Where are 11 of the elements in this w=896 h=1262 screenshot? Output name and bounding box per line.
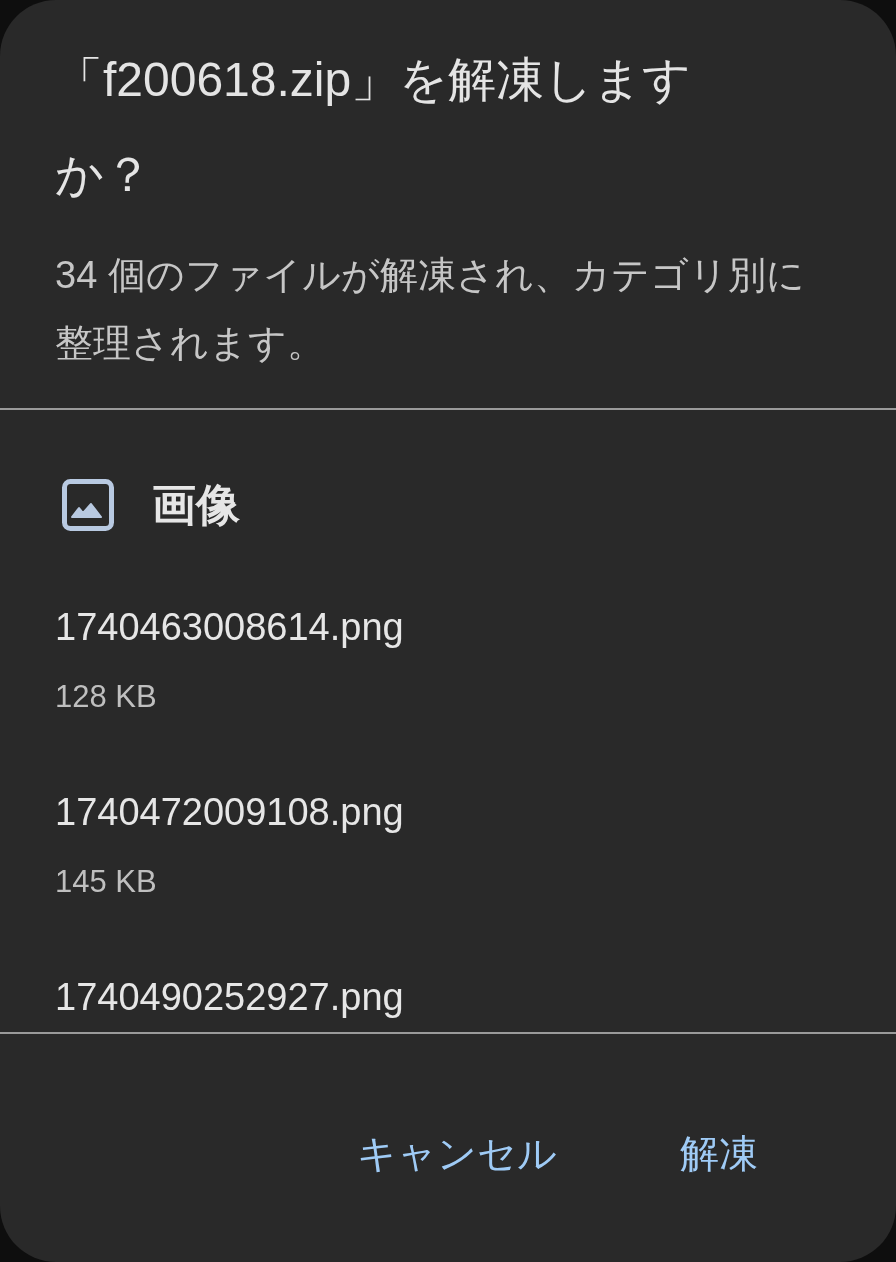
dialog-title: 「f200618.zip」を解凍しますか？: [55, 52, 693, 203]
image-icon: [62, 479, 114, 531]
file-name: 1740463008614.png: [55, 605, 404, 650]
dialog-message: 34 個のファイルが解凍され、カテゴリ別に整理されます。: [55, 253, 806, 366]
file-name: 1740490252927.png: [55, 975, 404, 1020]
file-size: 145 KB: [55, 863, 157, 901]
cancel-button[interactable]: キャンセル: [333, 1114, 581, 1194]
confirm-button[interactable]: 解凍: [656, 1114, 782, 1194]
file-size: 128 KB: [55, 678, 157, 716]
file-name: 1740472009108.png: [55, 790, 404, 835]
section-heading: 画像: [152, 479, 240, 531]
